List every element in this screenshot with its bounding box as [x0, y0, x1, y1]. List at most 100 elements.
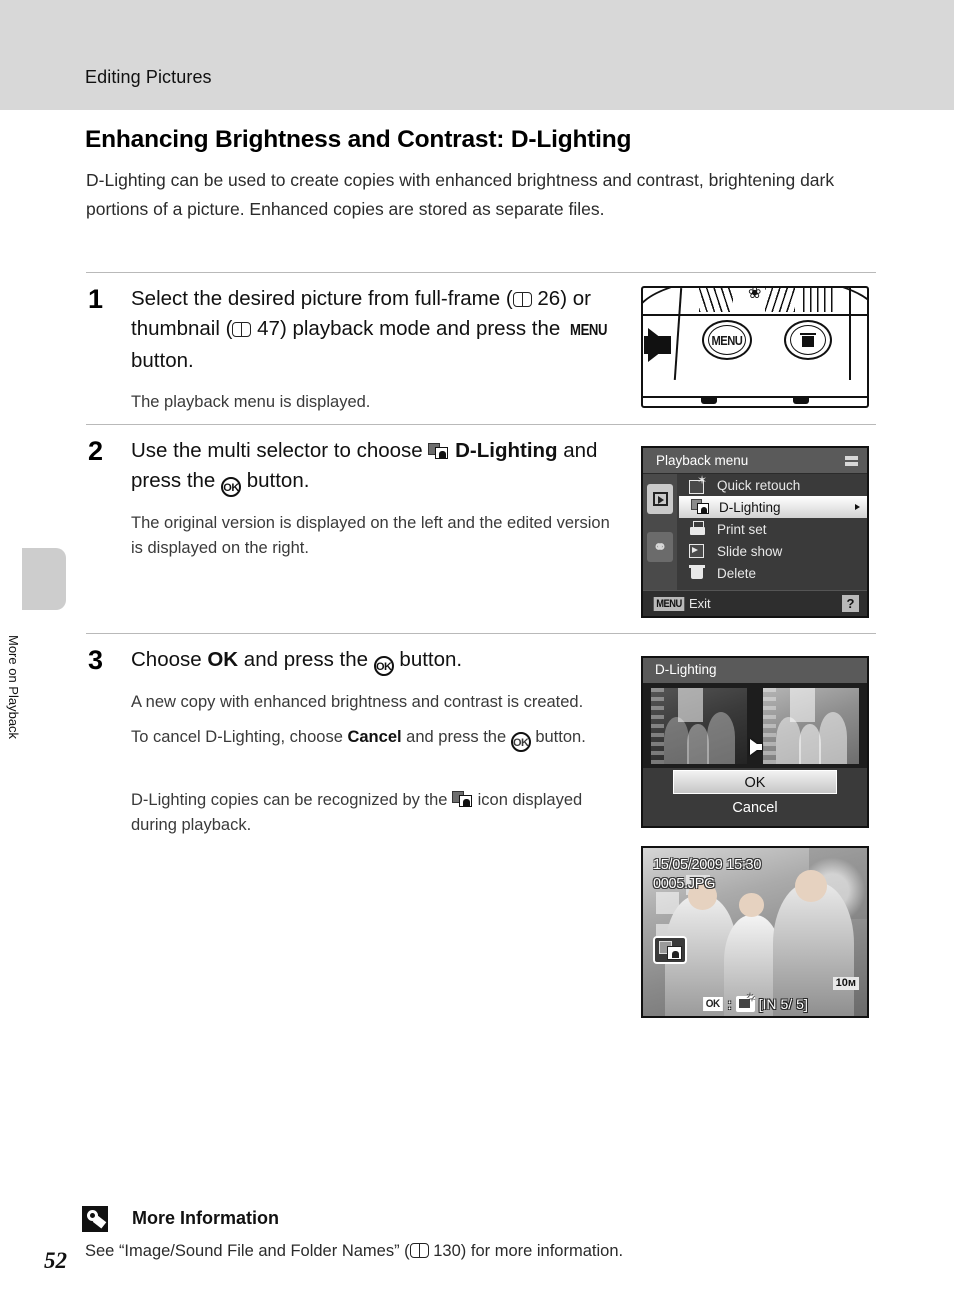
step-1-description: The playback menu is displayed.: [131, 393, 371, 411]
playback-menu-list: Quick retouch D-Lighting Print set Slide…: [677, 473, 867, 584]
ok-key-glyph: OK: [703, 997, 723, 1011]
step-3-text-a: Choose: [131, 648, 208, 671]
step-2-text-c: button.: [241, 469, 310, 492]
arrow-right-icon: [750, 739, 762, 755]
frame-total: 5]: [796, 996, 808, 1012]
original-thumbnail: [651, 688, 747, 764]
divider: [86, 424, 876, 425]
playback-menu-title: Playback menu: [643, 448, 867, 474]
step-3-description-1: A new copy with enhanced brightness and …: [131, 693, 584, 711]
playback-info-overlay: 15/05/2009 15:30 0005.JPG: [653, 856, 761, 894]
menu-key-glyph: MENU: [653, 596, 685, 611]
step-2-description: The original version is displayed on the…: [131, 514, 610, 557]
camera-menu-button[interactable]: MENU: [702, 320, 752, 360]
ok-button-icon: OK: [221, 477, 242, 497]
playback-status-bar: OK : [IN 5/ 5]: [643, 991, 867, 1012]
dlighting-cancel-button[interactable]: Cancel: [673, 796, 837, 820]
section-intro: D-Lighting can be used to create copies …: [86, 170, 835, 219]
more-information-icon: [82, 1206, 108, 1232]
step-3-bold-ok: OK: [207, 648, 239, 671]
camera-bottom-edge: [643, 396, 867, 398]
step-1-text-a: Select the desired picture from full-fra…: [131, 287, 513, 310]
step-3-title: Choose OK and press the OK button.: [131, 645, 621, 676]
help-icon[interactable]: ?: [842, 595, 859, 612]
quick-retouch-icon: [689, 473, 707, 494]
camera-texture-mid: [765, 288, 795, 312]
more-info-text-b: ) for more information.: [460, 1242, 624, 1260]
ok-button-icon: OK: [510, 732, 531, 752]
book-page-icon: [232, 322, 252, 337]
slide-show-icon: [689, 543, 706, 558]
camera-delete-button[interactable]: [784, 320, 832, 360]
step-3-cancel-text-b: and press the: [401, 728, 511, 746]
step-2-title: Use the multi selector to choose D-Light…: [131, 436, 621, 497]
enhanced-thumbnail: [763, 688, 859, 764]
camera-texture-right: [803, 288, 837, 312]
memory-indicator: [IN: [758, 996, 777, 1012]
step-2-text-a: Use the multi selector to choose: [131, 439, 429, 462]
step-3-cancel-text-a: To cancel D-Lighting, choose: [131, 728, 348, 746]
step-content-1: Select the desired picture from full-fra…: [131, 284, 621, 415]
menu-item-d-lighting[interactable]: D-Lighting: [679, 496, 867, 518]
ok-button-icon: OK: [373, 656, 394, 676]
dlighting-screen-title: D-Lighting: [643, 658, 867, 683]
step-number-1: 1: [88, 284, 104, 314]
menu-item-delete[interactable]: Delete: [677, 562, 867, 584]
step-3-text-b: and press the: [238, 648, 374, 671]
step-number-3: 3: [88, 645, 104, 675]
playback-menu-screenshot: Playback menu ⚭ Quick retouch D-Lighting…: [641, 446, 869, 618]
d-lighting-icon: [691, 499, 710, 515]
playback-tab-icon[interactable]: [647, 484, 673, 514]
divider: [86, 633, 876, 634]
step-1-text-d: button.: [131, 349, 194, 372]
menu-item-label: Print set: [717, 521, 767, 537]
quick-retouch-icon: [735, 991, 756, 1012]
step-1-ref-2: 47: [257, 317, 280, 340]
camera-rear-illustration: ❀ MENU: [641, 286, 869, 408]
colon-separator: :: [727, 996, 732, 1012]
setup-wrench-tab-icon[interactable]: ⚭: [647, 532, 673, 562]
menu-indicator-icon: [845, 456, 858, 466]
playback-date: 15/05/2009 15:30: [653, 857, 762, 873]
menu-item-quick-retouch[interactable]: Quick retouch: [677, 473, 867, 496]
step-2-menu-item-name: D-Lighting: [455, 439, 558, 462]
page-title: Enhancing Brightness and Contrast: D-Lig…: [85, 126, 632, 153]
step-3-cancel-label: Cancel: [347, 728, 402, 746]
dlighting-ok-button[interactable]: OK: [673, 770, 837, 794]
dlighting-button-group: OK Cancel: [643, 768, 867, 826]
menu-item-print-set[interactable]: Print set: [677, 518, 867, 540]
side-chapter-label: More on Playback: [6, 635, 21, 740]
menu-tab-column: ⚭: [643, 474, 677, 594]
camera-foot-left: [701, 398, 717, 404]
page-header-band: [0, 0, 954, 110]
menu-item-label: Quick retouch: [717, 477, 801, 493]
chapter-title: Editing Pictures: [85, 67, 212, 87]
manual-page: Editing Pictures More on Playback Enhanc…: [0, 0, 954, 1314]
step-number-2: 2: [88, 436, 104, 466]
page-number: 52: [44, 1248, 67, 1273]
step-3-cancel-text-c: button.: [530, 728, 586, 746]
book-page-icon: [512, 292, 532, 307]
image-size-badge: 10м: [832, 977, 859, 990]
step-content-3: Choose OK and press the OK button. A new…: [131, 645, 621, 838]
menu-exit-label: Exit: [689, 596, 711, 611]
frame-current: 5/: [780, 996, 793, 1012]
delete-trash-icon: [689, 565, 705, 580]
menu-item-label: Slide show: [717, 543, 783, 559]
d-lighting-icon: [452, 791, 473, 808]
more-information-title: More Information: [132, 1208, 279, 1228]
step-3-text-c: button.: [393, 648, 463, 671]
trash-icon: [800, 333, 816, 347]
camera-seam-right: [849, 288, 851, 380]
macro-flower-icon: ❀: [748, 286, 762, 302]
playback-menu-footer: MENU Exit ?: [643, 590, 867, 616]
camera-foot-right: [793, 398, 809, 404]
playback-filename: 0005.JPG: [653, 876, 716, 892]
dlighting-preview-screenshot: D-Lighting OK Cancel: [641, 656, 869, 828]
book-page-icon: [409, 1243, 429, 1258]
dlighting-preview-pair: [643, 683, 867, 769]
d-lighting-copy-icon: [653, 936, 687, 964]
menu-item-slide-show[interactable]: Slide show: [677, 540, 867, 562]
step-3-badge-text-a: D-Lighting copies can be recognized by t…: [131, 791, 453, 809]
step-3-description-3: D-Lighting copies can be recognized by t…: [131, 788, 621, 838]
